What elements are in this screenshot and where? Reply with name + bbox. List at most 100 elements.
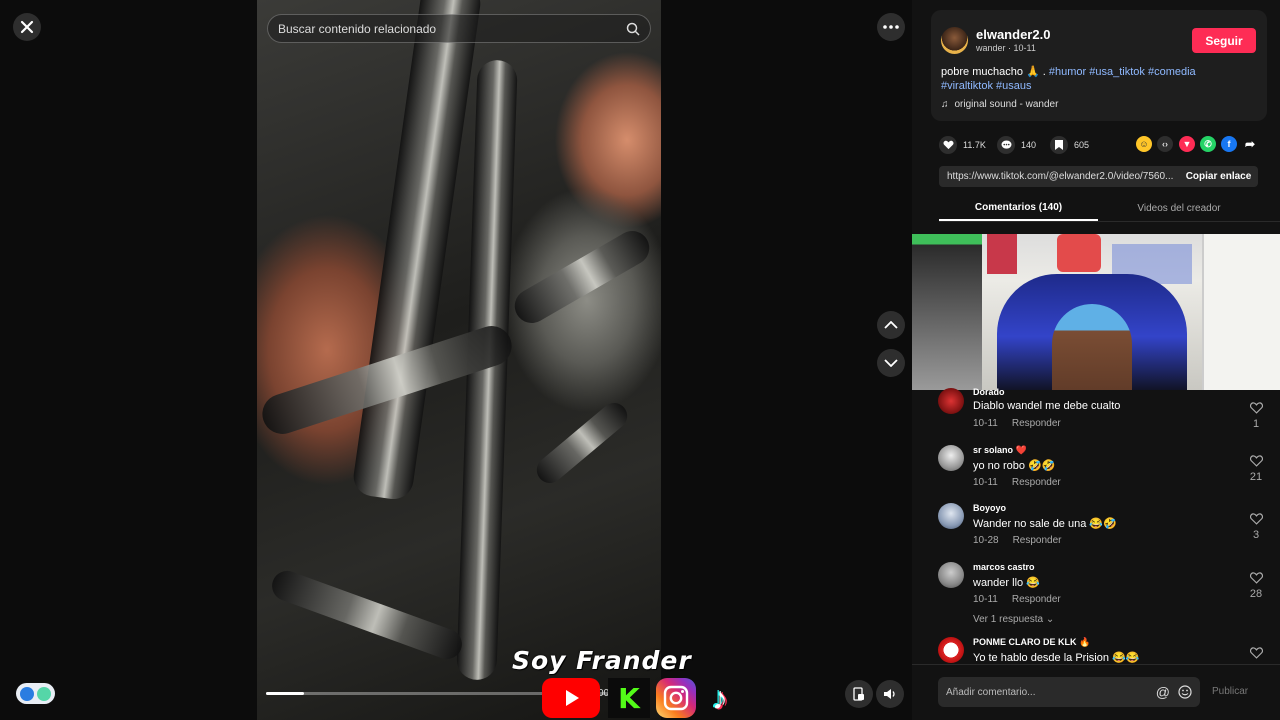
comment-icon[interactable] — [997, 136, 1015, 154]
chevron-up-icon — [884, 321, 898, 329]
hashtag-link[interactable]: #viraltiktok — [941, 80, 993, 92]
comment-date: 10-11 — [973, 418, 998, 429]
comment-text: yo no robo 🤣🤣 — [973, 460, 1056, 472]
bookmark-icon[interactable] — [1050, 136, 1068, 154]
comment-avatar[interactable] — [938, 503, 964, 529]
emoji-icon[interactable] — [1178, 685, 1192, 699]
heart-outline-icon[interactable] — [1249, 647, 1263, 659]
sound-name: original sound - wander — [954, 99, 1059, 110]
facebook-icon[interactable]: f — [1221, 136, 1237, 152]
comment-date: 10-28 — [973, 535, 999, 546]
save-stat[interactable]: 605 — [1050, 136, 1089, 154]
caption-text: pobre muchacho 🙏 . — [941, 66, 1046, 78]
comment-date: 10-11 — [973, 477, 998, 488]
tiktok-logo-icon: ♪ — [700, 678, 740, 718]
reply-button[interactable]: Responder — [1012, 594, 1061, 605]
more-icon — [883, 25, 899, 29]
author-avatar[interactable] — [941, 27, 968, 54]
comment-input[interactable] — [946, 686, 1156, 698]
pip-icon — [853, 687, 864, 701]
comment-like[interactable]: 1 — [1244, 402, 1268, 430]
close-button[interactable] — [13, 13, 41, 41]
more-options-button[interactable] — [877, 13, 905, 41]
comment-avatar[interactable] — [938, 637, 964, 663]
comment-like-count: 3 — [1252, 529, 1260, 541]
comment-text: Yo te hablo desde la Prision 😂😂 — [973, 652, 1140, 664]
mention-icon[interactable]: @ — [1156, 684, 1170, 700]
heart-icon[interactable] — [939, 136, 957, 154]
heart-outline-icon[interactable] — [1249, 402, 1263, 414]
comment-username[interactable]: sr solano ❤️ — [973, 445, 1027, 456]
video-player[interactable] — [257, 0, 661, 720]
share-arrow-icon[interactable]: ➦ — [1242, 136, 1258, 152]
heart-outline-icon[interactable] — [1249, 455, 1263, 467]
hashtag-link[interactable]: #humor — [1049, 66, 1086, 78]
comment-item: Boyoyo Wander no sale de una 😂🤣 10-28 Res… — [938, 503, 1268, 551]
reply-button[interactable]: Responder — [1013, 535, 1062, 546]
search-input[interactable] — [278, 21, 626, 36]
hashtag-link[interactable]: #usa_tiktok — [1089, 66, 1145, 78]
heart-outline-icon[interactable] — [1249, 572, 1263, 584]
repost-icon[interactable]: ☺ — [1136, 136, 1152, 152]
comment-avatar[interactable] — [938, 445, 964, 471]
extension-play-icon[interactable] — [20, 686, 35, 701]
comment-avatar[interactable] — [938, 388, 964, 414]
whatsapp-icon[interactable]: ✆ — [1200, 136, 1216, 152]
panel-tabs: Comentarios (140) Videos del creador — [939, 196, 1280, 222]
search-bar[interactable] — [267, 14, 651, 43]
like-stat[interactable]: 11.7K — [939, 136, 986, 154]
comment-item: Dorado Diablo wandel me debe cualto 10-1… — [938, 387, 1268, 436]
comment-like[interactable]: 21 — [1244, 455, 1268, 483]
comment-like[interactable] — [1244, 647, 1268, 663]
video-frame-detail — [531, 397, 633, 489]
kick-logo-icon: K — [608, 678, 650, 718]
search-icon[interactable] — [626, 22, 640, 36]
publish-button[interactable]: Publicar — [1212, 686, 1248, 697]
next-video-button[interactable] — [877, 349, 905, 377]
comment-username[interactable]: Boyoyo — [973, 503, 1006, 513]
comment-composer[interactable]: @ — [938, 677, 1200, 707]
comment-username[interactable]: PONME CLARO DE KLK 🔥 — [973, 637, 1090, 648]
volume-button[interactable] — [876, 680, 904, 708]
comment-item: PONME CLARO DE KLK 🔥 Yo te hablo desde l… — [938, 637, 1268, 664]
volume-icon — [884, 689, 895, 699]
comment-like[interactable]: 3 — [1244, 513, 1268, 541]
hashtag-link[interactable]: #usaus — [996, 80, 1031, 92]
follow-button[interactable]: Seguir — [1192, 28, 1256, 53]
tab-comments[interactable]: Comentarios (140) — [939, 196, 1098, 221]
tab-creator-videos[interactable]: Videos del creador — [1099, 196, 1259, 221]
video-caption: pobre muchacho 🙏 . #humor #usa_tiktok #c… — [941, 65, 1241, 93]
previous-video-button[interactable] — [877, 311, 905, 339]
hashtag-link[interactable]: #comedia — [1148, 66, 1196, 78]
copy-link-button[interactable]: Copiar enlace — [1179, 166, 1258, 187]
author-handle[interactable]: elwander2.0 — [976, 27, 1050, 42]
comment-username[interactable]: Dorado — [973, 387, 1005, 397]
comment-like[interactable]: 28 — [1244, 572, 1268, 600]
extension-widget[interactable] — [16, 683, 55, 704]
comment-avatar[interactable] — [938, 562, 964, 588]
share-link-box: https://www.tiktok.com/@elwander2.0/vide… — [939, 166, 1258, 187]
embed-code-icon[interactable]: ‹› — [1157, 136, 1173, 152]
view-replies-button[interactable]: Ver 1 respuesta ⌄ — [973, 614, 1054, 625]
comment-username[interactable]: marcos castro — [973, 562, 1035, 572]
send-icon[interactable]: ▼ — [1179, 136, 1195, 152]
video-frame-detail — [267, 566, 467, 664]
kick-logo-letter: K — [618, 681, 640, 715]
share-link-text[interactable]: https://www.tiktok.com/@elwander2.0/vide… — [939, 171, 1179, 182]
webcam-poster — [987, 234, 1017, 274]
youtube-logo-icon — [542, 678, 600, 718]
comment-text: wander llo 😂 — [973, 577, 1040, 589]
reply-button[interactable]: Responder — [1012, 477, 1061, 488]
sound-link[interactable]: ♫ original sound - wander — [941, 99, 1058, 110]
picture-in-picture-button[interactable] — [845, 680, 873, 708]
progress-fill — [266, 692, 305, 695]
comment-like-count: 21 — [1249, 471, 1263, 483]
heart-outline-icon[interactable] — [1249, 513, 1263, 525]
video-stage: 00 Soy Frander K ♪ — [0, 0, 912, 720]
like-count: 11.7K — [963, 140, 986, 150]
music-note-icon: ♫ — [941, 99, 949, 110]
close-icon — [20, 20, 34, 34]
comment-stat[interactable]: 140 — [997, 136, 1036, 154]
reply-button[interactable]: Responder — [1012, 418, 1061, 429]
extension-power-icon[interactable] — [36, 686, 51, 701]
